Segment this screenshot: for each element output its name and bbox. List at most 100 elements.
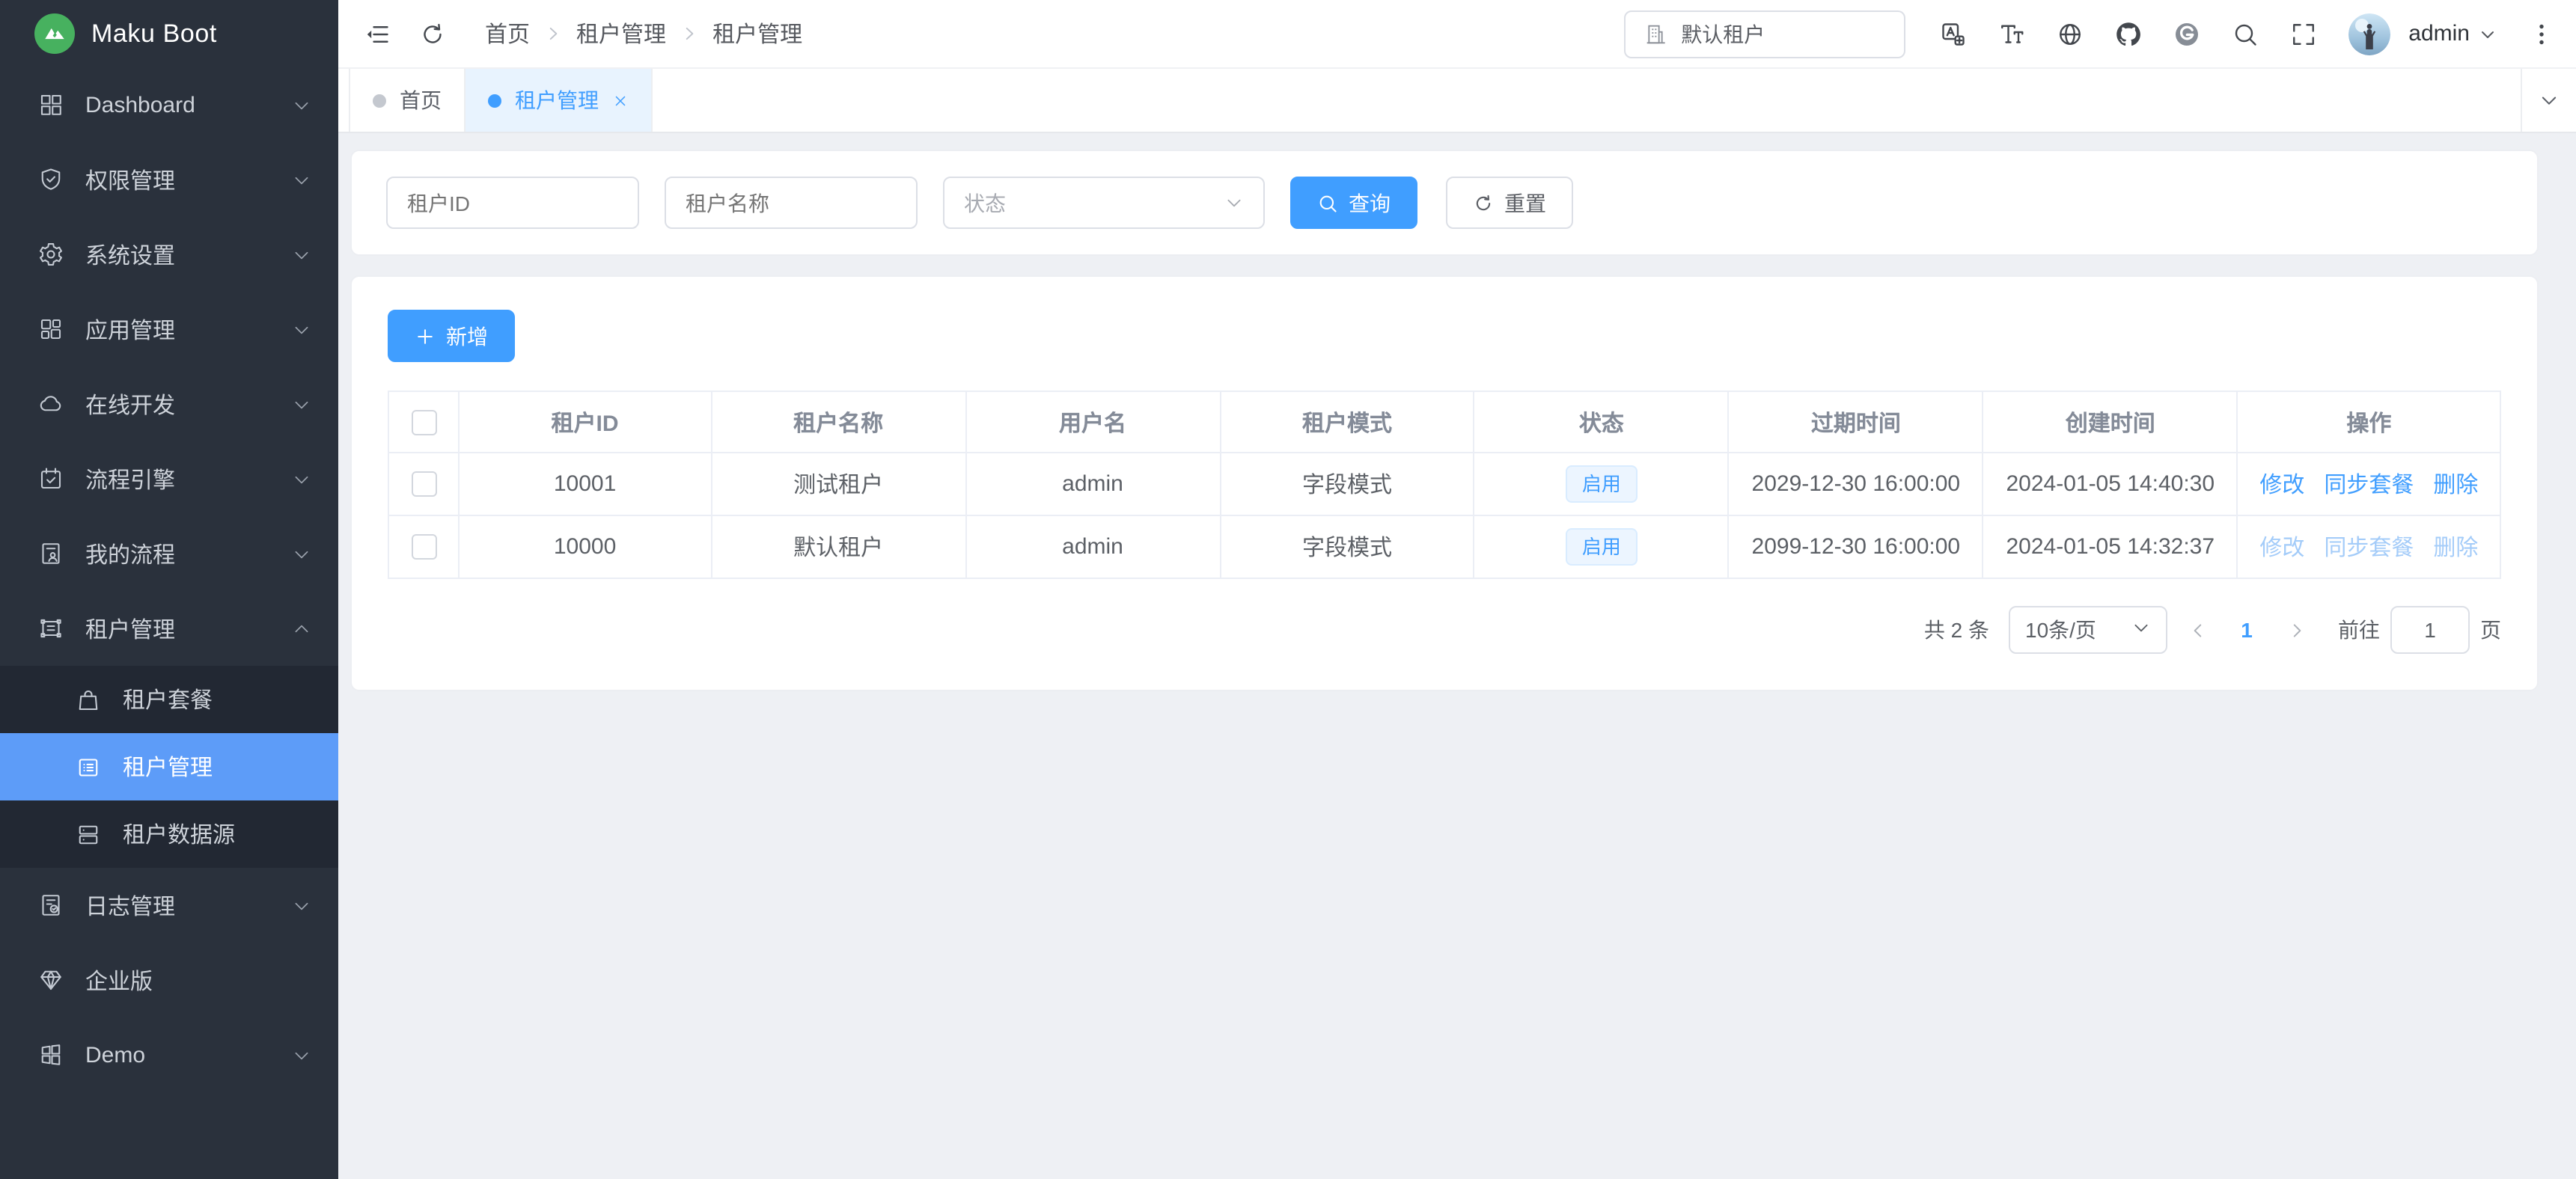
translate-icon[interactable] [1940,20,1967,47]
chevron-right-icon [543,24,563,43]
kebab-menu-icon[interactable] [2528,20,2555,47]
sidebar-item-dashboard[interactable]: Dashboard [0,67,338,142]
sidebar-item-tenant-datasource[interactable]: 租户数据源 [0,800,338,868]
cell-create-time: 2024-01-05 14:32:37 [1983,515,2238,578]
cell-expire-time: 2029-12-30 16:00:00 [1729,453,1983,515]
tab-dot-icon [488,94,501,107]
sidebar-item-label: 系统设置 [85,239,175,270]
sidebar-item-demo[interactable]: Demo [0,1017,338,1092]
cell-mode: 字段模式 [1220,515,1474,578]
sidebar-item-app-management[interactable]: 应用管理 [0,292,338,367]
plus-icon [415,325,436,346]
pagination: 共 2 条 10条/页 1 前往 页 [388,606,2501,654]
sidebar-item-permissions[interactable]: 权限管理 [0,142,338,217]
tenant-select[interactable]: 默认租户 [1624,10,1905,58]
cloud-icon [37,391,64,417]
sidebar-item-my-flows[interactable]: 我的流程 [0,516,338,591]
refresh-icon[interactable] [419,20,446,47]
tabbar-spacer [653,69,2521,132]
sidebar-item-label: 租户管理 [85,613,175,644]
prev-page-button[interactable] [2178,620,2217,640]
status-select[interactable]: 状态 [943,177,1265,229]
sidebar-item-online-dev[interactable]: 在线开发 [0,367,338,441]
sidebar-item-tenant-management-child[interactable]: 租户管理 [0,733,338,800]
close-icon[interactable] [612,92,629,108]
delete-link[interactable]: 删除 [2433,531,2478,563]
chevron-down-icon [2479,25,2497,43]
row-checkbox[interactable] [411,472,436,497]
status-badge[interactable]: 启用 [1566,528,1638,566]
tenant-name-input[interactable] [665,177,918,229]
sidebar-submenu-tenant: 租户套餐 租户管理 租户数据源 [0,666,338,868]
sidebar-item-enterprise[interactable]: 企业版 [0,943,338,1017]
edit-link[interactable]: 修改 [2259,468,2304,500]
row-checkbox[interactable] [411,535,436,560]
chevron-down-icon [2131,618,2151,642]
delete-link[interactable]: 删除 [2433,468,2478,500]
tab-overflow-button[interactable] [2521,69,2576,132]
chevron-right-icon [680,24,699,43]
gitee-icon[interactable] [2173,20,2200,47]
reset-button[interactable]: 重置 [1446,177,1573,229]
chevron-up-icon [292,619,311,638]
avatar[interactable] [2348,13,2390,55]
tab-label: 首页 [400,85,442,115]
app-window: Maku Boot Dashboard 权限管理 系统设置 应用管理 [0,0,2576,1179]
chevron-down-icon [2539,90,2560,111]
app-logo[interactable]: Maku Boot [0,0,338,67]
gear-icon [37,241,64,268]
sidebar-item-flow-engine[interactable]: 流程引擎 [0,441,338,516]
sidebar-item-label: 我的流程 [85,538,175,569]
column-header-status: 状态 [1474,391,1729,453]
sync-package-link[interactable]: 同步套餐 [2324,468,2414,500]
goto-page-input[interactable] [2390,606,2470,654]
sync-package-link[interactable]: 同步套餐 [2324,531,2414,563]
github-icon[interactable] [2115,20,2142,47]
breadcrumb-item-tenant[interactable]: 租户管理 [576,18,666,49]
sidebar-fold-icon[interactable] [364,20,391,47]
topbar-actions: 默认租户 [1624,10,2555,58]
page-number[interactable]: 1 [2227,618,2266,642]
user-menu[interactable]: admin [2408,21,2497,46]
search-icon[interactable] [2232,20,2259,47]
chevron-down-icon [292,95,311,114]
chevron-down-icon [292,245,311,264]
sidebar-item-tenant-management[interactable]: 租户管理 [0,591,338,666]
sidebar-item-log-management[interactable]: 日志管理 [0,868,338,943]
table-row: 10000 默认租户 admin 字段模式 启用 2099-12-30 16:0… [388,515,2500,578]
select-all-checkbox[interactable] [411,410,436,435]
sidebar-item-tenant-package[interactable]: 租户套餐 [0,666,338,733]
column-header-actions: 操作 [2238,391,2500,453]
globe-icon[interactable] [2057,20,2084,47]
app-grid-icon [37,316,64,343]
tenant-id-input[interactable] [386,177,639,229]
sidebar-item-label: 流程引擎 [85,463,175,494]
tab-dot-icon [373,94,386,107]
cell-tenant-id: 10001 [459,453,711,515]
edit-link[interactable]: 修改 [2259,531,2304,563]
chevron-down-icon [292,469,311,489]
fullscreen-icon[interactable] [2290,20,2317,47]
mountain-icon [34,13,75,54]
status-badge[interactable]: 启用 [1566,465,1638,503]
tab-home[interactable]: 首页 [349,69,466,132]
tab-tenant-management[interactable]: 租户管理 [466,69,653,132]
cell-expire-time: 2099-12-30 16:00:00 [1729,515,1983,578]
chevron-down-icon [292,170,311,189]
sidebar-item-system-settings[interactable]: 系统设置 [0,217,338,292]
query-button[interactable]: 查询 [1290,177,1417,229]
breadcrumb-item-current: 租户管理 [712,18,802,49]
chevron-down-icon [292,895,311,915]
column-header-mode: 租户模式 [1220,391,1474,453]
column-header-created: 创建时间 [1983,391,2238,453]
page-size-select[interactable]: 10条/页 [2009,606,2167,654]
breadcrumb-item-home[interactable]: 首页 [485,18,530,49]
document-check-icon [37,892,64,919]
sidebar-item-label: 日志管理 [85,889,175,921]
user-name-label: admin [2408,21,2470,46]
font-size-icon[interactable] [1998,20,2025,47]
next-page-button[interactable] [2277,620,2316,640]
add-button[interactable]: 新增 [388,310,515,362]
column-header-username: 用户名 [965,391,1220,453]
chevron-down-icon [292,1045,311,1065]
